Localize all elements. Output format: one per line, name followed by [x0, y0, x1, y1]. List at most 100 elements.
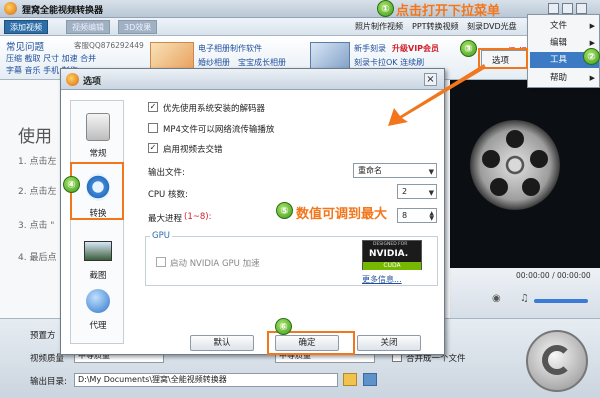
menu-item-help[interactable]: 帮助 ▶ — [530, 70, 599, 86]
annotation-open-menu: 点击打开下拉菜单 — [396, 4, 501, 19]
default-button[interactable]: 默认 — [190, 335, 254, 351]
film-reel-icon — [470, 120, 560, 210]
option-mp4-stream-checkbox[interactable] — [148, 123, 158, 133]
highlight-convert-tab — [70, 162, 124, 220]
promo-vip-upgrade[interactable]: 升级VIP会员 — [392, 43, 439, 54]
refresh-icon — [542, 345, 572, 375]
minimize-icon[interactable] — [548, 3, 559, 14]
cuda-tag: CUDA — [363, 262, 421, 270]
burn-dvd-link[interactable]: 刻录DVD光盘 — [467, 21, 517, 32]
convert-start-button[interactable] — [526, 330, 588, 392]
promo-baby-album[interactable]: 宝宝成长相册 — [238, 57, 286, 68]
screenshot-icon — [84, 241, 112, 261]
app-title: 狸窝全能视频转换器 — [22, 6, 104, 16]
support-qq: 客服QQ876292449 — [74, 41, 144, 50]
output-dir-field[interactable]: D:\My Documents\狸窝\全能视频转换器 — [74, 373, 338, 387]
faq-links-row1[interactable]: 压缩 截取 尺寸 加速 合并 — [6, 53, 96, 64]
nav-proxy[interactable]: 代理 — [75, 283, 121, 339]
max-process-range: (1~8): — [184, 212, 212, 222]
step-2: 2. 点击左 — [18, 187, 57, 197]
option-system-decoder-checkbox[interactable]: ✓ — [148, 102, 158, 112]
menu-item-edit-label: 编辑 — [550, 38, 568, 48]
camera-icon[interactable]: ◉ — [492, 293, 501, 304]
option-mp4-stream-label: MP4文件可以网络流传输播放 — [163, 125, 275, 135]
step-circle-1: ① — [377, 0, 394, 17]
dialog-logo-icon — [66, 73, 79, 86]
app-logo-icon — [4, 2, 17, 15]
step-3: 3. 点击 " — [18, 221, 55, 231]
chevron-right-icon: ▶ — [589, 74, 595, 82]
chevron-down-icon: ▼ — [428, 168, 434, 176]
gpu-accel-checkbox[interactable] — [156, 257, 166, 267]
output-file-value: 重命名 — [358, 166, 382, 175]
menu-item-file-label: 文件 — [550, 21, 568, 31]
title-bar: 狸窝全能视频转换器 — [0, 0, 600, 18]
chevron-down-icon: ▼ — [428, 189, 434, 197]
option-deinterlace-checkbox[interactable]: ✓ — [148, 143, 158, 153]
nvidia-cuda-logo: DESIGNED FOR NVIDIA. CUDA — [362, 240, 422, 270]
close-button[interactable]: 关闭 — [357, 335, 421, 351]
globe-icon — [86, 289, 110, 313]
volume-slider[interactable] — [534, 299, 588, 303]
step-1: 1. 点击左 — [18, 157, 57, 167]
video-quality-label: 视频质量 — [30, 354, 65, 364]
settings-panel-icon — [86, 113, 110, 141]
spinner-arrows-icon[interactable]: ▲ ▼ — [429, 211, 434, 222]
add-video-button[interactable]: 添加视频 — [4, 20, 48, 34]
nvidia-tag: DESIGNED FOR — [373, 242, 408, 247]
ppt-to-video-link[interactable]: PPT转换视频 — [412, 21, 459, 32]
output-dir-label: 输出目录: — [30, 377, 67, 387]
cpu-cores-label: CPU 核数: — [148, 190, 188, 200]
max-process-label: 最大进程 — [148, 214, 183, 224]
option-deinterlace-label: 启用视频去交错 — [163, 145, 223, 155]
promo-new-burn[interactable]: 新手刻录 — [354, 43, 386, 54]
option-system-decoder-label: 优先使用系统安装的解码器 — [163, 104, 266, 114]
photo-to-video-link[interactable]: 照片制作视频 — [355, 21, 403, 32]
promo-album-software[interactable]: 电子相册制作软件 — [198, 43, 262, 54]
open-folder-icon[interactable] — [363, 373, 377, 386]
video-edit-button[interactable]: 视频编辑 — [66, 20, 110, 34]
more-info-link[interactable]: 更多信息... — [362, 274, 402, 285]
cpu-cores-select[interactable]: 2 ▼ — [397, 184, 437, 199]
menu-item-tools-label: 工具 — [550, 55, 568, 65]
nav-general[interactable]: 常规 — [75, 107, 121, 163]
time-readout: 00:00:00 / 00:00:00 — [516, 271, 591, 280]
gpu-accel-label: 启动 NVIDIA GPU 加速 — [170, 259, 260, 269]
annotation-arrow — [388, 64, 486, 126]
menu-item-help-label: 帮助 — [550, 73, 568, 83]
max-process-value: 8 — [402, 211, 408, 220]
step-circle-5: ⑤ — [276, 202, 293, 219]
workspace-heading: 使用 — [18, 127, 52, 147]
volume-icon[interactable]: ♫ — [520, 293, 529, 304]
step-circle-6: ⑥ — [275, 318, 292, 335]
toolbar: 添加视频 视频编辑 3D效果 照片制作视频 PPT转换视频 刻录DVD光盘 — [0, 18, 600, 36]
gpu-group: GPU 启动 NVIDIA GPU 加速 DESIGNED FOR NVIDIA… — [145, 231, 438, 286]
player-controls: 00:00:00 / 00:00:00 ◉ ♫ — [450, 268, 600, 318]
nav-general-label: 常规 — [89, 149, 107, 159]
folder-icon[interactable] — [343, 373, 357, 386]
annotation-set-max: 数值可调到最大 — [296, 207, 388, 222]
nav-proxy-label: 代理 — [89, 321, 107, 331]
maximize-icon[interactable] — [562, 3, 573, 14]
max-process-spinner[interactable]: 8 ▲ ▼ — [397, 208, 437, 223]
step-circle-3: ③ — [460, 40, 477, 57]
faq-title: 常见问题 — [6, 42, 45, 53]
preset-label: 预置方 — [30, 331, 56, 341]
menu-item-file[interactable]: 文件 ▶ — [530, 18, 599, 34]
chevron-right-icon: ▶ — [589, 22, 595, 30]
nvidia-brand: NVIDIA. — [369, 249, 409, 259]
options-nav: 常规 转换 截图 代理 — [70, 100, 124, 344]
output-file-label: 输出文件: — [148, 168, 185, 178]
3d-effect-button[interactable]: 3D效果 — [118, 20, 158, 34]
step-4: 4. 最后点 — [18, 253, 57, 263]
gpu-group-title: GPU — [150, 231, 172, 241]
output-file-select[interactable]: 重命名 ▼ — [353, 163, 437, 178]
nav-screenshot-label: 截图 — [89, 271, 107, 281]
step-circle-4: ④ — [63, 176, 80, 193]
close-icon[interactable] — [576, 3, 587, 14]
step-circle-2: ② — [583, 48, 600, 65]
nav-screenshot[interactable]: 截图 — [75, 231, 121, 287]
promo-wedding-album[interactable]: 婚纱相册 — [198, 57, 230, 68]
dialog-title: 选项 — [83, 77, 102, 87]
cpu-cores-value: 2 — [402, 187, 408, 196]
